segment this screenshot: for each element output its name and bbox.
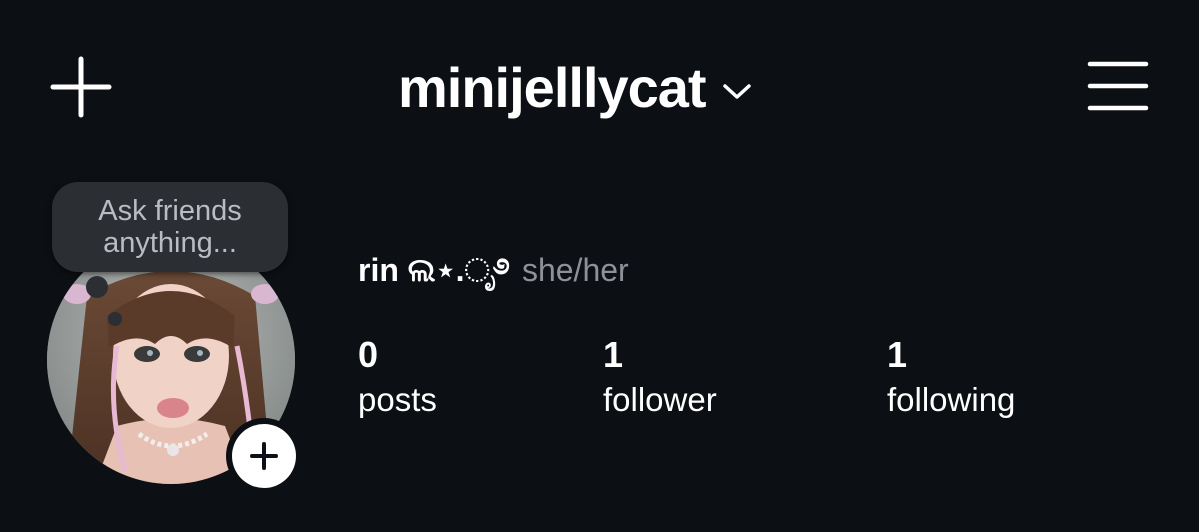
- stat-value: 1: [603, 334, 624, 375]
- new-post-button[interactable]: [50, 56, 112, 118]
- profile-name-line: rin ଲ⋆.ೃ࿔ she/her: [358, 250, 629, 290]
- username: minijelllycat: [398, 56, 707, 119]
- stat-value: 1: [887, 334, 908, 375]
- hamburger-menu-icon: [1087, 61, 1149, 111]
- note-prompt: Ask friends anything...: [98, 195, 242, 259]
- stat-value: 0: [358, 334, 379, 375]
- plus-icon: [250, 442, 278, 470]
- stat-label: following: [887, 381, 1016, 418]
- note-bubble[interactable]: Ask friends anything...: [52, 182, 288, 272]
- following-count[interactable]: 1 following: [887, 334, 1015, 420]
- followers-count[interactable]: 1 follower: [603, 334, 717, 420]
- account-switcher[interactable]: minijelllycat: [398, 52, 752, 124]
- stat-label: posts: [358, 381, 437, 418]
- display-name: rin ଲ⋆.ೃ࿔: [358, 252, 510, 288]
- stat-label: follower: [603, 381, 717, 418]
- profile-screen: minijelllycat Ask friends anything... ri…: [0, 0, 1199, 532]
- menu-button[interactable]: [1087, 60, 1149, 112]
- note-bubble-tail-small: [108, 312, 122, 326]
- add-story-badge: [232, 424, 296, 488]
- add-story-button[interactable]: [226, 418, 302, 494]
- posts-count[interactable]: 0 posts: [358, 334, 437, 420]
- note-bubble-tail: [86, 276, 108, 298]
- pronouns: she/her: [521, 252, 629, 288]
- plus-icon: [50, 56, 112, 118]
- chevron-down-icon: [722, 84, 751, 99]
